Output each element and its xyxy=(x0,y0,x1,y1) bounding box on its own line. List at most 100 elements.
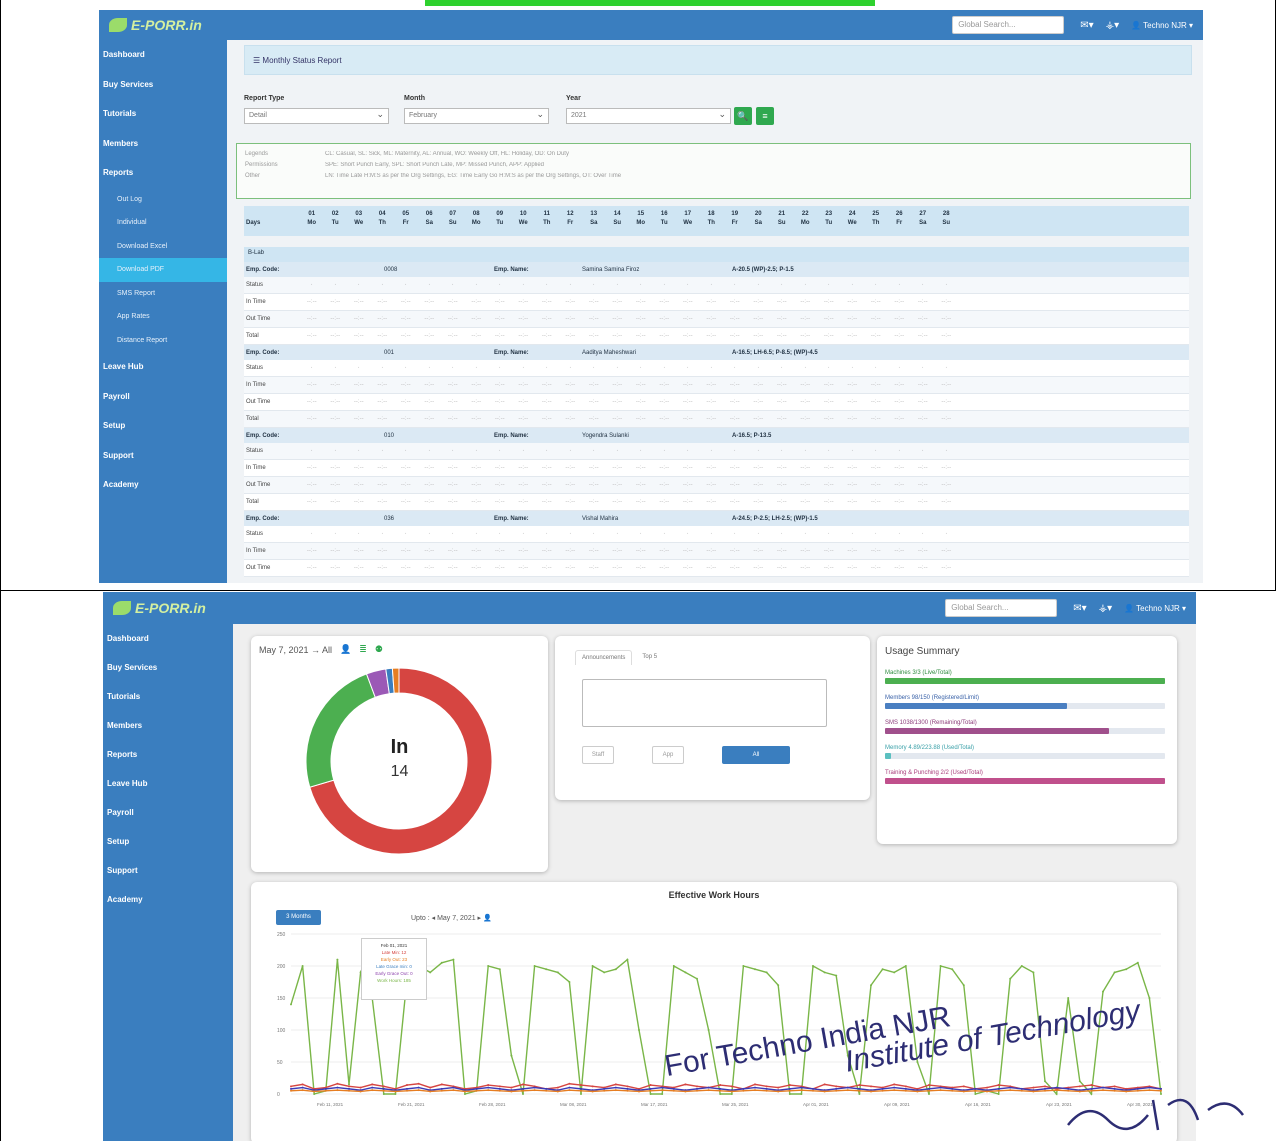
sidebar-subitem-download-pdf[interactable]: Download PDF xyxy=(99,258,227,282)
data-point[interactable] xyxy=(835,1085,838,1088)
data-point[interactable] xyxy=(1113,1087,1116,1090)
data-point[interactable] xyxy=(348,1089,350,1092)
data-point[interactable] xyxy=(1009,977,1012,980)
data-point[interactable] xyxy=(1055,1089,1058,1092)
report-type-select[interactable]: Detail xyxy=(244,108,389,124)
sidebar-item-academy[interactable]: Academy xyxy=(103,885,233,914)
data-point[interactable] xyxy=(835,1089,838,1092)
data-point[interactable] xyxy=(707,1086,710,1089)
data-point[interactable] xyxy=(591,1090,594,1093)
data-point[interactable] xyxy=(464,1090,466,1093)
data-point[interactable] xyxy=(313,1093,316,1095)
data-point[interactable] xyxy=(440,1087,443,1090)
data-point[interactable] xyxy=(742,965,745,967)
data-point[interactable] xyxy=(1032,971,1035,974)
data-point[interactable] xyxy=(1090,1093,1093,1095)
data-point[interactable] xyxy=(336,958,339,961)
data-point[interactable] xyxy=(777,1086,780,1089)
data-point[interactable] xyxy=(765,1087,768,1090)
sidebar-item-setup[interactable]: Setup xyxy=(99,411,227,441)
data-point[interactable] xyxy=(904,1085,907,1088)
data-point[interactable] xyxy=(510,1054,513,1057)
data-point[interactable] xyxy=(1113,1085,1116,1088)
data-point[interactable] xyxy=(800,1086,803,1089)
data-point[interactable] xyxy=(382,1087,385,1090)
data-point[interactable] xyxy=(556,1090,559,1093)
data-point[interactable] xyxy=(730,1090,733,1093)
data-point[interactable] xyxy=(591,965,594,967)
data-point[interactable] xyxy=(858,1087,861,1090)
data-point[interactable] xyxy=(812,965,814,967)
app-logo[interactable]: E-PORR.in xyxy=(99,17,229,33)
data-point[interactable] xyxy=(1055,1086,1058,1089)
user-menu[interactable]: 👤 Techno NJR ▾ xyxy=(1131,21,1193,30)
excel-export-button[interactable]: ≡ xyxy=(756,107,774,125)
data-point[interactable] xyxy=(719,1084,722,1087)
data-point[interactable] xyxy=(336,1086,339,1089)
sidebar-item-tutorials[interactable]: Tutorials xyxy=(99,99,227,129)
data-point[interactable] xyxy=(707,1089,710,1092)
data-point[interactable] xyxy=(730,1093,733,1095)
sidebar-item-members[interactable]: Members xyxy=(99,129,227,159)
data-point[interactable] xyxy=(522,1093,524,1095)
data-point[interactable] xyxy=(916,1061,919,1063)
data-point[interactable] xyxy=(417,1089,420,1092)
data-point[interactable] xyxy=(904,1089,907,1092)
sidebar-subitem-distance-report[interactable]: Distance Report xyxy=(99,329,227,353)
data-point[interactable] xyxy=(556,1086,559,1089)
sidebar-subitem-out-log[interactable]: Out Log xyxy=(99,188,227,212)
data-point[interactable] xyxy=(684,971,687,974)
data-point[interactable] xyxy=(1078,1080,1081,1083)
data-point[interactable] xyxy=(406,1084,408,1087)
data-point[interactable] xyxy=(1020,1089,1023,1092)
data-point[interactable] xyxy=(1148,1086,1151,1089)
data-point[interactable] xyxy=(754,1086,756,1089)
data-point[interactable] xyxy=(1102,1089,1104,1092)
data-point[interactable] xyxy=(1148,997,1151,999)
data-point[interactable] xyxy=(498,1085,501,1088)
data-point[interactable] xyxy=(754,968,756,971)
data-point[interactable] xyxy=(498,968,501,971)
envelope-icon[interactable]: ✉▾ xyxy=(1073,603,1086,614)
data-point[interactable] xyxy=(765,1085,768,1088)
data-point[interactable] xyxy=(1160,1089,1162,1092)
data-point[interactable] xyxy=(765,971,768,974)
data-point[interactable] xyxy=(881,1087,884,1090)
data-point[interactable] xyxy=(974,1087,977,1090)
data-point[interactable] xyxy=(336,1082,339,1085)
data-point[interactable] xyxy=(788,1089,791,1092)
data-point[interactable] xyxy=(649,1087,652,1090)
data-point[interactable] xyxy=(1044,1080,1046,1083)
data-point[interactable] xyxy=(672,965,675,967)
data-point[interactable] xyxy=(498,1089,501,1092)
data-point[interactable] xyxy=(533,1089,536,1092)
data-point[interactable] xyxy=(545,968,548,971)
envelope-icon[interactable]: ✉▾ xyxy=(1080,20,1093,31)
app-logo-2[interactable]: E-PORR.in xyxy=(103,600,233,616)
tab-announcements[interactable]: Announcements xyxy=(575,650,633,665)
search-button[interactable]: 🔍 xyxy=(734,107,752,125)
data-point[interactable] xyxy=(324,1087,327,1090)
data-point[interactable] xyxy=(812,1087,814,1090)
data-point[interactable] xyxy=(904,965,907,967)
data-point[interactable] xyxy=(626,1087,629,1090)
data-point[interactable] xyxy=(928,1087,930,1090)
data-point[interactable] xyxy=(986,1090,988,1093)
data-point[interactable] xyxy=(1020,1087,1023,1090)
data-point[interactable] xyxy=(1136,961,1139,964)
data-point[interactable] xyxy=(800,1089,803,1092)
data-point[interactable] xyxy=(568,981,571,983)
sidebar-item-leave-hub[interactable]: Leave Hub xyxy=(99,352,227,382)
data-point[interactable] xyxy=(348,1083,350,1086)
data-point[interactable] xyxy=(997,1093,1000,1095)
data-point[interactable] xyxy=(626,1085,629,1088)
data-point[interactable] xyxy=(614,1083,617,1086)
data-point[interactable] xyxy=(603,1087,606,1090)
data-point[interactable] xyxy=(939,965,942,967)
all-button[interactable]: All xyxy=(722,746,790,764)
data-point[interactable] xyxy=(974,1089,977,1092)
data-point[interactable] xyxy=(301,1083,304,1086)
data-point[interactable] xyxy=(893,1086,896,1089)
data-point[interactable] xyxy=(487,965,490,967)
data-point[interactable] xyxy=(696,1089,698,1092)
